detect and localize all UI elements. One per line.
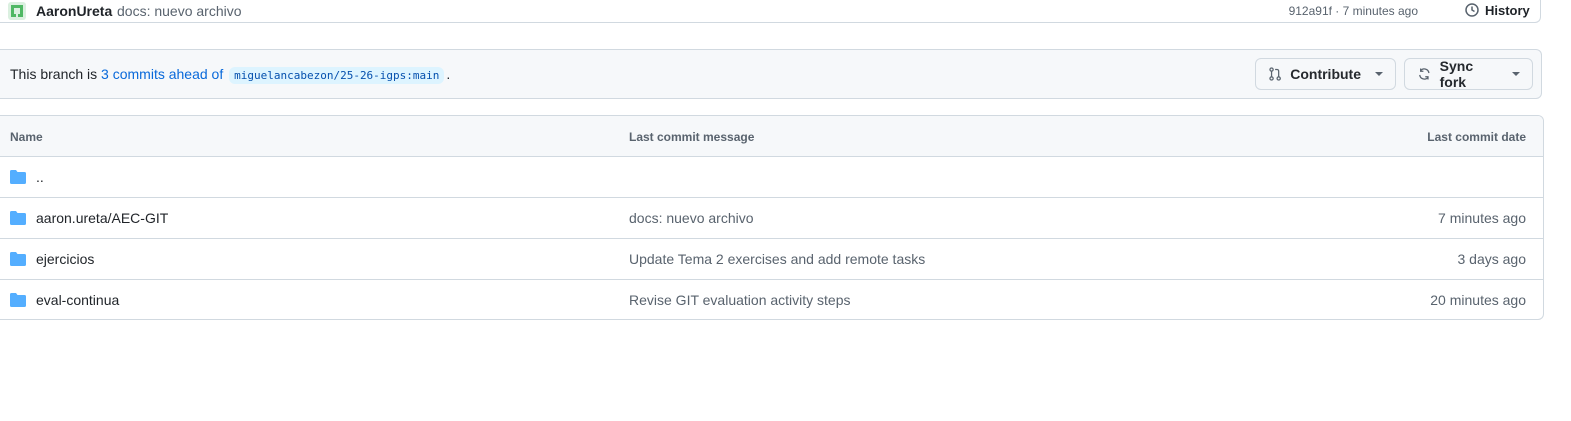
commits-ahead-link[interactable]: 3 commits ahead of	[101, 66, 223, 82]
file-name-link[interactable]: ejercicios	[36, 251, 94, 267]
branch-status-box: This branch is 3 commits ahead of miguel…	[0, 49, 1542, 99]
chevron-down-icon	[1375, 72, 1383, 76]
commit-date: 3 days ago	[1457, 251, 1527, 267]
table-row[interactable]: aaron.ureta/AEC-GIT docs: nuevo archivo …	[0, 198, 1543, 239]
file-name-link[interactable]: eval-continua	[36, 292, 119, 308]
branch-status-text: This branch is 3 commits ahead of miguel…	[10, 66, 451, 84]
chevron-down-icon	[1512, 72, 1520, 76]
commit-date: 7 minutes ago	[1438, 210, 1526, 226]
table-row[interactable]: ejercicios Update Tema 2 exercises and a…	[0, 239, 1543, 280]
table-header: Name Last commit message Last commit dat…	[0, 116, 1543, 157]
history-label: History	[1485, 2, 1530, 18]
folder-icon	[10, 211, 26, 225]
sync-fork-button[interactable]: Sync fork	[1404, 58, 1533, 90]
header-last-commit-date: Last commit date	[1427, 130, 1526, 144]
commit-message-link[interactable]: Update Tema 2 exercises and add remote t…	[629, 251, 925, 267]
upstream-ref: miguelancabezon/25-26-igps:main	[229, 67, 445, 84]
header-last-commit-message: Last commit message	[629, 130, 755, 144]
branch-suffix: .	[446, 66, 451, 82]
avatar[interactable]	[8, 2, 26, 20]
history-button[interactable]: History	[1464, 2, 1530, 18]
commit-message-link[interactable]: Revise GIT evaluation activity steps	[629, 292, 851, 308]
file-table: Name Last commit message Last commit dat…	[0, 115, 1544, 320]
commit-message[interactable]: docs: nuevo archivo	[117, 3, 242, 19]
scrollbar[interactable]	[1562, 0, 1571, 421]
table-row[interactable]: eval-continua Revise GIT evaluation acti…	[0, 280, 1543, 319]
latest-commit-bar: AaronUreta docs: nuevo archivo 912a91f ·…	[0, 0, 1541, 23]
folder-icon	[10, 293, 26, 307]
folder-icon	[10, 170, 26, 184]
commit-meta[interactable]: 912a91f · 7 minutes ago	[1289, 4, 1418, 18]
history-icon	[1465, 3, 1479, 17]
contribute-label: Contribute	[1290, 66, 1361, 82]
sync-fork-label: Sync fork	[1439, 58, 1474, 90]
file-name-link[interactable]: ..	[36, 169, 44, 185]
header-name: Name	[10, 130, 43, 144]
commit-date: 20 minutes ago	[1430, 292, 1526, 308]
table-row[interactable]: ..	[0, 157, 1543, 198]
sync-icon	[1419, 68, 1430, 80]
branch-prefix: This branch is	[10, 66, 98, 82]
pull-request-icon	[1269, 67, 1281, 81]
file-name-link[interactable]: aaron.ureta/AEC-GIT	[36, 210, 168, 226]
contribute-button[interactable]: Contribute	[1255, 58, 1396, 90]
commit-author[interactable]: AaronUreta	[36, 3, 112, 19]
folder-icon	[10, 252, 26, 266]
commit-message-link[interactable]: docs: nuevo archivo	[629, 210, 754, 226]
